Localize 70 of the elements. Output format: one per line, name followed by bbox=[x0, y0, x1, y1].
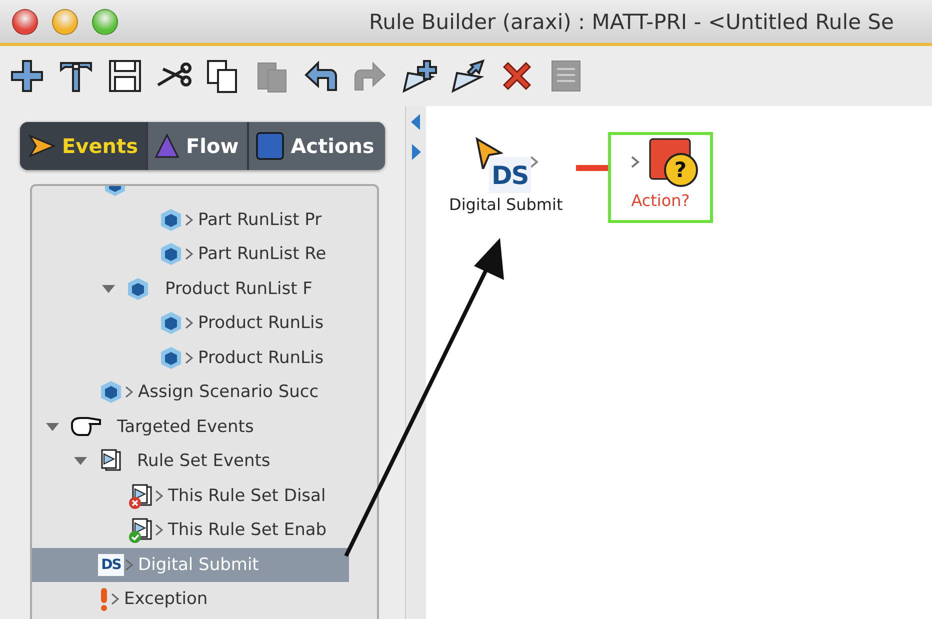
zoom-button[interactable] bbox=[92, 8, 118, 34]
document-error-icon bbox=[128, 482, 154, 509]
flow-node[interactable]: DS Digital Submit bbox=[446, 134, 566, 217]
chevron-icon bbox=[530, 156, 538, 168]
event-plus-icon[interactable] bbox=[400, 57, 438, 95]
close-button[interactable] bbox=[12, 8, 38, 34]
question-badge: ? bbox=[664, 153, 698, 187]
collapse-left-icon[interactable] bbox=[411, 114, 421, 130]
triangle-icon bbox=[154, 133, 180, 159]
tree-row-icon[interactable]: Rule Set Events bbox=[32, 444, 349, 478]
tree-item-label: Exception bbox=[124, 589, 208, 610]
hexagon-icon bbox=[158, 241, 184, 268]
tree-row-icon[interactable]: This Rule Set Enab bbox=[32, 513, 349, 548]
tree-item-label: Rule Set Events bbox=[137, 451, 270, 472]
chevron-icon bbox=[184, 316, 194, 330]
tree-row-icon[interactable]: Exception bbox=[32, 582, 349, 616]
chevron-icon bbox=[154, 523, 164, 538]
hexagon-icon bbox=[158, 206, 184, 233]
selected-tree-row[interactable]: DS Digital Submit bbox=[32, 548, 349, 582]
hexagon-icon bbox=[125, 276, 151, 302]
tree-item-label: Product RunLis bbox=[198, 313, 324, 334]
arrow-cursor-icon bbox=[26, 133, 56, 159]
tree-item-label: Product RunList F bbox=[165, 278, 312, 299]
minimize-button[interactable] bbox=[52, 8, 78, 34]
ds-logo: DS bbox=[488, 157, 531, 193]
tree-row-icon[interactable]: Targeted Events bbox=[32, 410, 349, 444]
plus-icon[interactable] bbox=[8, 57, 46, 95]
document-check-icon bbox=[128, 517, 154, 544]
node-label: Action? bbox=[631, 191, 690, 210]
event-arrow-icon[interactable] bbox=[449, 57, 487, 95]
hexagon-icon bbox=[158, 344, 184, 371]
square-icon bbox=[254, 131, 285, 161]
expand-triangle-icon[interactable] bbox=[74, 457, 87, 466]
tree-row-icon[interactable]: Part RunList Pr bbox=[32, 202, 349, 237]
chevron-icon bbox=[124, 385, 134, 400]
tree-row-icon[interactable]: Product RunList F bbox=[32, 272, 349, 306]
tree-item-label: Targeted Events bbox=[117, 416, 254, 437]
node-label: Digital Submit bbox=[449, 195, 563, 214]
save-icon[interactable] bbox=[106, 57, 144, 95]
tree-row-icon[interactable]: Part RunList Re bbox=[32, 237, 349, 272]
tree-item-label: This Rule Set Disal bbox=[168, 486, 326, 506]
tree-item-label: Product RunLis bbox=[198, 348, 324, 368]
tab[interactable]: Actions bbox=[248, 122, 385, 170]
hexagon-icon bbox=[158, 310, 184, 336]
hexagon-icon bbox=[98, 379, 124, 406]
chevron-icon bbox=[110, 592, 120, 606]
splitter[interactable] bbox=[405, 106, 426, 619]
tree-item-label: Part RunList Pr bbox=[198, 210, 322, 230]
tree-row-icon[interactable]: Product RunLis bbox=[32, 340, 349, 375]
tree-row-icon[interactable]: Product RunLis bbox=[32, 306, 349, 340]
tree-item-label: This Rule Set Enab bbox=[168, 520, 327, 540]
expand-triangle-icon[interactable] bbox=[46, 422, 59, 431]
tree-item-label: Digital Submit bbox=[138, 554, 259, 575]
flow-node[interactable]: ? Action? bbox=[608, 132, 713, 223]
exclamation-icon bbox=[98, 586, 110, 612]
expand-triangle-icon[interactable] bbox=[102, 284, 115, 293]
tab[interactable]: Events bbox=[20, 122, 148, 170]
tab[interactable]: Flow bbox=[148, 122, 249, 170]
chevron-icon bbox=[184, 212, 194, 227]
tree-item-label: Assign Scenario Succ bbox=[138, 382, 319, 402]
window-title: Rule Builder (araxi) : MATT-PRI - <Untitled Rule Se bbox=[369, 10, 894, 34]
tree-item-label: Part RunList Re bbox=[198, 244, 326, 264]
tree-row-icon[interactable]: This Rule Set Disal bbox=[32, 478, 349, 513]
chevron-icon bbox=[184, 350, 194, 365]
ds-logo: DS bbox=[98, 554, 124, 576]
tree-row-icon[interactable]: Assign Scenario Succ bbox=[32, 375, 349, 410]
chevron-icon bbox=[184, 247, 194, 262]
chevron-icon bbox=[154, 488, 164, 503]
expand-right-icon[interactable] bbox=[411, 144, 421, 160]
chevron-icon bbox=[124, 558, 134, 572]
